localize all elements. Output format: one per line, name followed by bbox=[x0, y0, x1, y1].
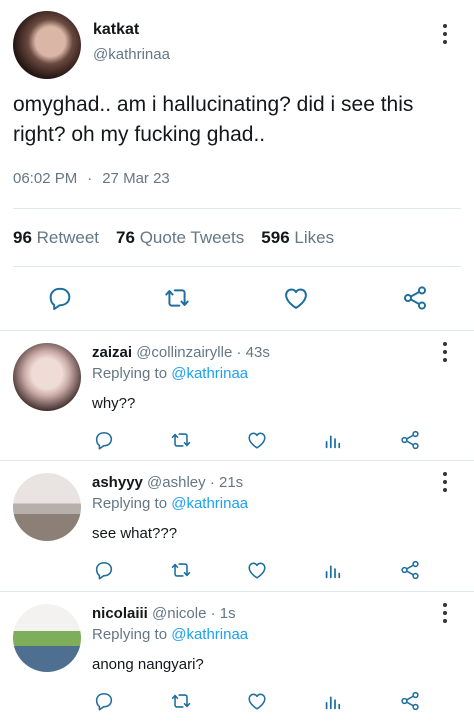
reply-tweet[interactable]: nicolaiii @nicole · 1s Replying to @kath… bbox=[0, 592, 474, 722]
engagement-stats: 96 Retweet 76 Quote Tweets 596 Likes bbox=[13, 228, 334, 248]
tweet-time: 06:02 PM bbox=[13, 170, 78, 187]
retweet-icon[interactable] bbox=[162, 283, 192, 313]
user-handle[interactable]: @kathrinaa bbox=[93, 46, 170, 63]
reply-text: see what??? bbox=[92, 525, 178, 542]
reply-header: zaizai @collinzairylle · 43s bbox=[92, 344, 270, 361]
reply-age: · 21s bbox=[209, 474, 244, 491]
analytics-icon[interactable] bbox=[320, 557, 346, 583]
reply-actions bbox=[0, 557, 474, 583]
avatar[interactable] bbox=[13, 11, 81, 79]
retweet-icon[interactable] bbox=[168, 427, 194, 453]
divider bbox=[13, 208, 461, 209]
display-name[interactable]: katkat bbox=[93, 21, 139, 39]
replying-to-link[interactable]: @kathrinaa bbox=[171, 626, 248, 643]
replying-to-link[interactable]: @kathrinaa bbox=[171, 365, 248, 382]
reply-header: ashyyy @ashley · 21s bbox=[92, 474, 243, 491]
retweet-icon[interactable] bbox=[168, 688, 194, 714]
tweet-actions bbox=[0, 283, 474, 313]
reply-tweet[interactable]: ashyyy @ashley · 21s Replying to @kathri… bbox=[0, 461, 474, 592]
user-handle[interactable]: @nicole bbox=[152, 605, 206, 622]
reply-icon[interactable] bbox=[91, 557, 117, 583]
more-options-icon[interactable] bbox=[441, 603, 449, 623]
reply-icon[interactable] bbox=[45, 283, 75, 313]
tweet-date: 27 Mar 23 bbox=[102, 170, 170, 187]
share-icon[interactable] bbox=[400, 283, 430, 313]
reply-icon[interactable] bbox=[91, 427, 117, 453]
more-options-icon[interactable] bbox=[441, 342, 449, 362]
replying-to: Replying to @kathrinaa bbox=[92, 495, 249, 512]
tweet-timestamp: 06:02 PM · 27 Mar 23 bbox=[13, 170, 170, 187]
reply-header: nicolaiii @nicole · 1s bbox=[92, 605, 236, 622]
replying-to: Replying to @kathrinaa bbox=[92, 365, 249, 382]
quote-tweets-stat[interactable]: 76 Quote Tweets bbox=[116, 228, 244, 248]
display-name[interactable]: ashyyy bbox=[92, 474, 143, 491]
like-icon[interactable] bbox=[244, 688, 270, 714]
avatar[interactable] bbox=[13, 604, 81, 672]
like-icon[interactable] bbox=[244, 427, 270, 453]
likes-stat[interactable]: 596 Likes bbox=[261, 228, 334, 248]
analytics-icon[interactable] bbox=[320, 427, 346, 453]
reply-actions bbox=[0, 688, 474, 714]
reply-icon[interactable] bbox=[91, 688, 117, 714]
reply-text: why?? bbox=[92, 395, 136, 412]
reply-text: anong nangyari? bbox=[92, 656, 204, 673]
like-icon[interactable] bbox=[244, 557, 270, 583]
avatar[interactable] bbox=[13, 473, 81, 541]
display-name[interactable]: zaizai bbox=[92, 344, 132, 361]
display-name[interactable]: nicolaiii bbox=[92, 605, 148, 622]
more-options-icon[interactable] bbox=[441, 472, 449, 492]
reply-actions bbox=[0, 427, 474, 453]
share-icon[interactable] bbox=[397, 427, 423, 453]
user-handle[interactable]: @collinzairylle bbox=[136, 344, 232, 361]
share-icon[interactable] bbox=[397, 557, 423, 583]
main-tweet: katkat @kathrinaa omyghad.. am i halluci… bbox=[0, 0, 474, 330]
tweet-text: omyghad.. am i hallucinating? did i see … bbox=[13, 93, 414, 146]
replying-to: Replying to @kathrinaa bbox=[92, 626, 249, 643]
more-options-icon[interactable] bbox=[441, 24, 449, 44]
like-icon[interactable] bbox=[281, 283, 311, 313]
user-handle[interactable]: @ashley bbox=[147, 474, 206, 491]
retweet-icon[interactable] bbox=[168, 557, 194, 583]
reply-tweet[interactable]: zaizai @collinzairylle · 43s Replying to… bbox=[0, 331, 474, 462]
reply-age: · 43s bbox=[236, 344, 270, 361]
retweets-stat[interactable]: 96 Retweet bbox=[13, 228, 99, 248]
reply-age: · 1s bbox=[210, 605, 236, 622]
avatar[interactable] bbox=[13, 343, 81, 411]
divider bbox=[13, 266, 461, 267]
analytics-icon[interactable] bbox=[320, 688, 346, 714]
separator-dot: · bbox=[87, 170, 93, 187]
replying-to-link[interactable]: @kathrinaa bbox=[171, 495, 248, 512]
share-icon[interactable] bbox=[397, 688, 423, 714]
